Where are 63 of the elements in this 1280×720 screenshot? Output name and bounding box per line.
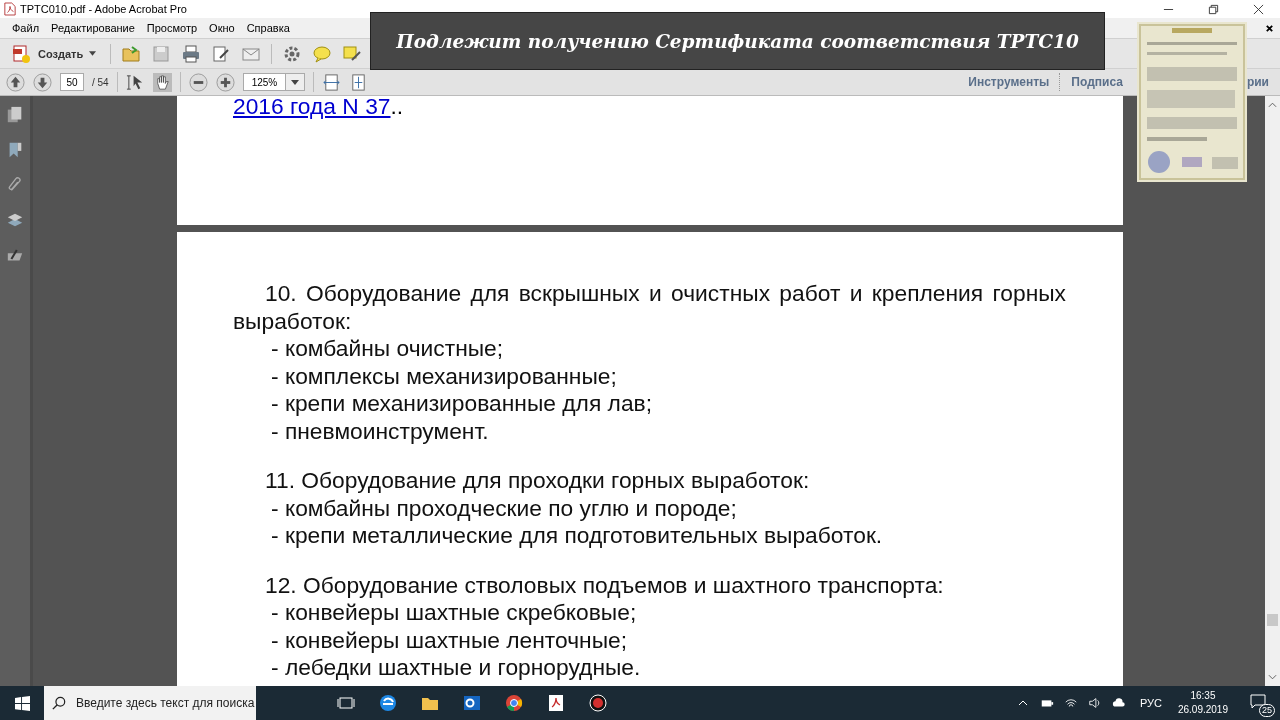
print-icon[interactable] (181, 43, 202, 64)
menu-item[interactable]: Файл (6, 22, 46, 34)
pane-tab[interactable]: Подписа (1061, 75, 1133, 89)
zoom-dropdown[interactable]: 125% (242, 73, 306, 91)
list-item: - крепи металлические для подготовительных выработок. (270, 522, 884, 550)
law-link[interactable]: 2016 года N 37 (233, 96, 391, 119)
scrollbar[interactable] (1265, 96, 1280, 686)
list-item: - лебедки шахтные и горнорудные. (270, 654, 642, 682)
taskbar-search-field[interactable]: Введите здесь текст для поиска (44, 686, 256, 720)
menu-item[interactable]: Справка (240, 22, 296, 34)
notifications-button[interactable]: 25 (1248, 691, 1272, 715)
next-page-icon[interactable] (33, 72, 52, 92)
section-heading: 11. Оборудование для проходки горных выработок: (264, 467, 811, 495)
list-item: - крепи механизированные для лав; (270, 390, 654, 418)
menu-item[interactable]: Редактирование (45, 22, 141, 34)
caret-icon (89, 51, 97, 56)
wifi-icon[interactable] (1063, 697, 1078, 709)
cloud-icon[interactable] (1111, 697, 1126, 709)
create-button[interactable]: Создать (8, 41, 101, 66)
list-item: - комплексы механизированные; (270, 362, 618, 390)
menu-item[interactable]: Просмотр (140, 22, 204, 34)
zoom-out-icon[interactable] (188, 72, 208, 92)
list-item: - комбайны проходческие по углю и породе; (270, 494, 738, 522)
document-icon (12, 43, 32, 64)
restore-icon[interactable] (1208, 3, 1219, 15)
list-item: - комбайны очистные; (270, 335, 505, 363)
page-total: / 54 (92, 76, 109, 88)
caret-icon[interactable] (291, 79, 300, 85)
battery-icon[interactable] (1039, 697, 1054, 709)
previous-page-icon[interactable] (6, 72, 25, 92)
banner: Подлежит получению Сертификата соответствия ТРТС10 (370, 12, 1105, 70)
search-icon (52, 696, 66, 710)
list-item: - конвейеры шахтные скребковые; (270, 599, 638, 627)
close-icon[interactable] (1265, 23, 1274, 33)
pane-tab[interactable]: рии (1246, 75, 1269, 89)
hand-icon[interactable] (152, 72, 172, 92)
speaker-icon[interactable] (1087, 697, 1102, 709)
close-icon[interactable] (1253, 3, 1264, 15)
pages-icon[interactable] (6, 106, 24, 124)
fit-width-icon[interactable] (322, 72, 342, 92)
scroll-thumb[interactable] (1267, 614, 1278, 626)
list-item: - пневмоинструмент. (270, 417, 490, 445)
page-number-field[interactable]: 50 (60, 73, 84, 91)
menu-item[interactable]: Окно (203, 22, 241, 34)
language-indicator[interactable]: РУС (1139, 697, 1162, 709)
zoom-in-icon[interactable] (215, 72, 235, 92)
clock-date[interactable]: 26.09.2019 (1177, 703, 1228, 717)
window-title: TPTC010.pdf - Adobe Acrobat Pro (20, 3, 187, 15)
windows-start-icon[interactable] (15, 695, 30, 711)
record-app-icon[interactable] (588, 693, 608, 713)
layers-icon[interactable] (6, 211, 24, 229)
section-heading: 12. Оборудование стволовых подъемов и шахтного транспорта: (264, 571, 945, 599)
punctuation-text: .. (390, 96, 404, 119)
mail-app-icon[interactable] (462, 693, 482, 713)
list-item: - конвейеры шахтные ленточные; (270, 626, 629, 654)
scroll-up-icon[interactable] (1268, 102, 1277, 108)
pane-tab[interactable]: Инструменты (958, 75, 1060, 89)
browser-icon[interactable] (378, 693, 398, 713)
section-heading: 10. Оборудование для вскрышных и очистных работ и крепления горных выработок: (233, 280, 1066, 335)
clock-time[interactable]: 16:35 (1190, 689, 1216, 703)
edit-document-icon[interactable] (211, 43, 232, 64)
scroll-down-icon[interactable] (1268, 674, 1277, 680)
select-cursor-icon[interactable] (125, 72, 145, 92)
